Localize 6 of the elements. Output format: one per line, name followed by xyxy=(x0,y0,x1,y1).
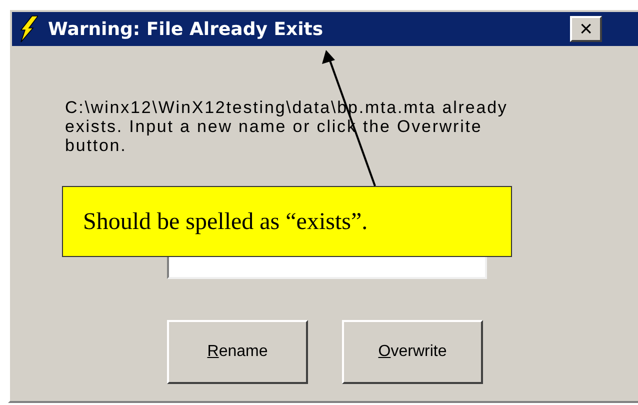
lightning-icon xyxy=(18,15,38,43)
close-button[interactable]: × xyxy=(570,16,602,42)
window-title: Warning: File Already Exits xyxy=(48,18,324,42)
annotation-callout: Should be spelled as “exists”. xyxy=(62,186,512,257)
dialog-button[interactable]: Overwrite xyxy=(342,320,483,384)
dialog-button[interactable]: Rename xyxy=(167,320,308,384)
